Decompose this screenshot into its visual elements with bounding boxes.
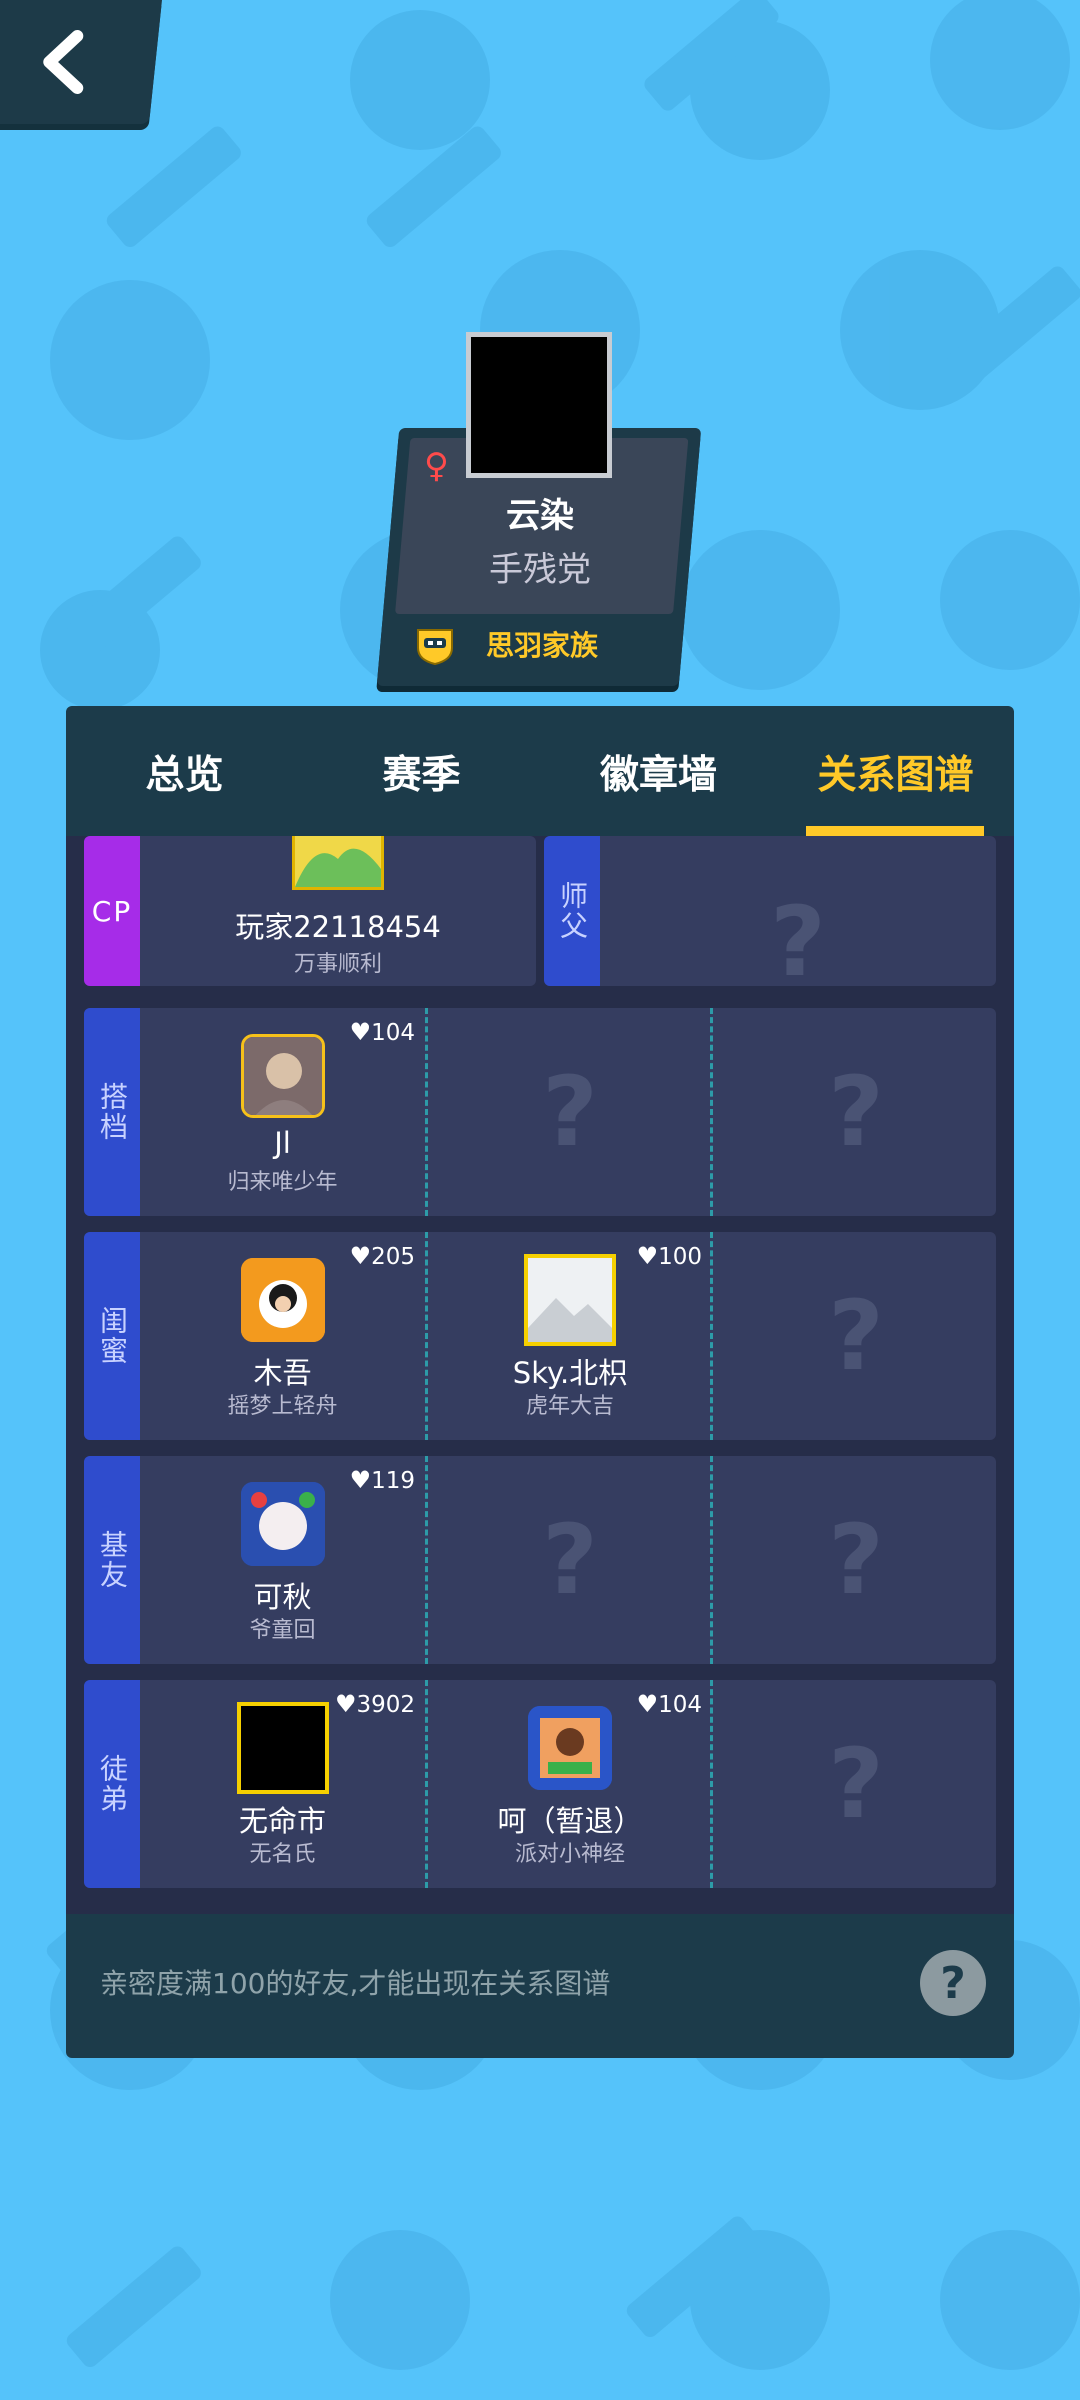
question-mark-icon: ? [770,886,826,986]
heart-icon: ♥ [636,1690,659,1718]
bestie-row: 闺蜜 ♥205 木吾 摇梦上轻舟 ♥100 Sky.北枳 虎年大吉 ? [84,1232,996,1440]
friend-avatar[interactable] [240,1034,325,1118]
intimacy-value: ♥100 [636,1242,702,1270]
buddy-slot-1[interactable]: ♥119 可秋 爷童回 [140,1456,425,1664]
friend-name: Sky.北枳 [512,1356,628,1390]
apprentice-row: 徒弟 ♥3902 无命市 无名氏 ♥104 呵（暂退） 派对小神经 ? [84,1680,996,1888]
friend-signature: 摇梦上轻舟 [227,1394,338,1419]
friend-signature: 无名氏 [249,1842,316,1867]
bestie-slot-1[interactable]: ♥205 木吾 摇梦上轻舟 [140,1232,425,1440]
friend-signature: 归来唯少年 [227,1170,338,1195]
cp-row: CP 玩家22118454 万事顺利 [84,836,536,986]
cp-signature: 万事顺利 [293,952,382,977]
partner-empty-slot[interactable]: ? [425,1008,712,1216]
relationship-panel: 总览 赛季 徽章墙 关系图谱 CP 玩家22118454 万事顺利 师父 ? 搭 [66,706,1014,2058]
intimacy-value: ♥104 [636,1690,702,1718]
intimacy-value: ♥205 [349,1242,415,1270]
profile-nickname: 云染 [506,496,574,536]
master-empty-slot[interactable]: ? [600,836,996,986]
heart-icon: ♥ [349,1242,372,1270]
female-gender-icon: ♀ [424,446,449,486]
back-button[interactable] [0,0,163,124]
heart-icon: ♥ [636,1242,659,1270]
apprentice-label: 徒弟 [84,1680,140,1888]
partner-empty-slot[interactable]: ? [710,1008,996,1216]
question-mark-icon: ? [542,1504,598,1616]
tab-badge-wall[interactable]: 徽章墙 [540,744,777,800]
master-label: 师父 [544,836,600,986]
friend-name: Jl [274,1126,291,1160]
apprentice-slot-2[interactable]: ♥104 呵（暂退） 派对小神经 [425,1680,712,1888]
cp-avatar[interactable] [292,836,384,890]
bestie-slot-2[interactable]: ♥100 Sky.北枳 虎年大吉 [425,1232,712,1440]
partner-row: 搭档 ♥104 Jl 归来唯少年 ? ? [84,1008,996,1216]
profile-avatar[interactable] [466,332,612,478]
cp-slot[interactable]: 玩家22118454 万事顺利 [140,836,536,986]
partner-slot-1[interactable]: ♥104 Jl 归来唯少年 [140,1008,425,1216]
apprentice-empty-slot[interactable]: ? [710,1680,996,1888]
tab-relationship-map[interactable]: 关系图谱 [777,744,1014,800]
intimacy-value: ♥3902 [334,1690,415,1718]
buddy-label: 基友 [84,1456,140,1664]
cp-name: 玩家22118454 [235,910,441,944]
friend-avatar[interactable] [524,1254,616,1346]
heart-icon: ♥ [349,1466,372,1494]
friend-name: 可秋 [253,1580,312,1614]
buddy-row: 基友 ♥119 可秋 爷童回 ? ? [84,1456,996,1664]
friend-name: 无命市 [238,1804,326,1838]
question-mark-icon: ? [828,1056,884,1168]
buddy-empty-slot[interactable]: ? [425,1456,712,1664]
intimacy-tip: 亲密度满100的好友,才能出现在关系图谱 [100,1967,611,2000]
question-mark-icon: ? [542,1056,598,1168]
question-mark-icon: ? [828,1728,884,1840]
friend-name: 木吾 [253,1356,312,1390]
friend-signature: 虎年大吉 [525,1394,614,1419]
friend-name: 呵（暂退） [497,1804,643,1838]
heart-icon: ♥ [334,1690,357,1718]
friend-avatar[interactable] [240,1258,325,1342]
active-tab-indicator [806,826,984,836]
buddy-empty-slot[interactable]: ? [710,1456,996,1664]
friend-avatar[interactable] [240,1482,325,1566]
intimacy-value: ♥119 [349,1466,415,1494]
help-button[interactable]: ? [920,1950,986,2016]
friend-avatar[interactable] [236,1702,329,1794]
partner-label: 搭档 [84,1008,140,1216]
friend-signature: 爷童回 [249,1618,316,1643]
master-row: 师父 ? [544,836,996,986]
question-mark-icon: ? [828,1504,884,1616]
question-mark-icon: ? [828,1280,884,1392]
intimacy-value: ♥104 [349,1018,415,1046]
apprentice-slot-1[interactable]: ♥3902 无命市 无名氏 [140,1680,425,1888]
friend-signature: 派对小神经 [514,1842,625,1867]
bestie-empty-slot[interactable]: ? [710,1232,996,1440]
tab-season[interactable]: 赛季 [303,744,540,800]
tab-overview[interactable]: 总览 [66,744,303,800]
profile-title: 手残党 [489,550,591,590]
cp-label: CP [84,836,140,986]
friend-avatar[interactable] [528,1706,612,1790]
relationship-list[interactable]: CP 玩家22118454 万事顺利 师父 ? 搭档 ♥104 Jl 归来唯少年… [66,836,1014,1914]
tab-bar: 总览 赛季 徽章墙 关系图谱 [66,706,1014,836]
back-chevron-icon [37,30,89,98]
heart-icon: ♥ [349,1018,372,1046]
family-badge-icon [414,624,456,670]
family-name[interactable]: 思羽家族 [486,624,598,664]
bestie-label: 闺蜜 [84,1232,140,1440]
